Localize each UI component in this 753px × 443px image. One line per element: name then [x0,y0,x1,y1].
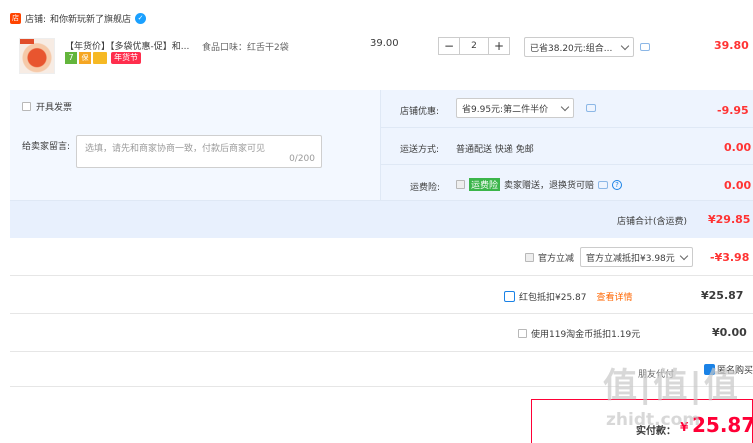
qty-minus-button[interactable]: − [439,38,459,54]
freight-insurance-checkbox [456,180,465,189]
shop-total-amount: ¥29.85 [708,213,751,226]
qty-input[interactable]: 2 [459,38,489,54]
remark-textarea[interactable]: 选填，请先和商家协商一致，付款后商家可见 0/200 [76,135,322,168]
watermark-domain: zhidt.com [606,410,701,430]
shop-header: 店 店铺: 和你新玩新了旗舰店 ✓ [10,9,147,27]
official-discount-label: 官方立减 [538,254,575,264]
shop-discount-value: 省9.95元:第二件半价 [462,104,549,115]
card-icon [93,52,107,64]
shop-total-row: 店铺合计(含运费) ¥29.85 [10,200,753,238]
unit-price: 39.00 [370,38,399,49]
product-title[interactable]: 【年货价】【多袋优惠-促】和... [65,39,189,52]
official-discount-checkbox [525,253,534,262]
watermark-logo: 值|值|值 [603,366,740,406]
qty-plus-button[interactable]: + [489,38,509,54]
divider [10,313,753,314]
shipping-amount: 0.00 [724,141,752,154]
invoice-option[interactable]: 开具发票 [22,100,72,113]
divider [380,127,753,128]
shipping-label: 运送方式: [400,145,440,155]
official-discount-select[interactable]: 官方立减抵扣¥3.98元 [580,247,693,267]
shop-total-label: 店铺合计(含运费) [617,217,688,227]
cart-item-row: 【年货价】【多袋优惠-促】和... 7 保 年货节 食品口味：红舌干2袋 39.… [10,30,753,85]
item-total: 39.80 [714,39,749,52]
red-packet-details-link[interactable]: 查看详情 [597,290,633,303]
invoice-checkbox[interactable] [22,102,31,111]
invoice-label: 开具发票 [36,103,73,113]
freight-insurance-label: 运费险: [410,183,441,193]
shop-discount-select[interactable]: 省9.95元:第二件半价 [456,98,574,118]
chevron-down-icon [679,251,689,260]
official-discount-option: 官方立减 [525,251,574,264]
product-badges: 7 保 年货节 [65,52,141,64]
freight-insurance-value: 卖家赠送，退换货可赔 [504,181,595,191]
item-discount-select[interactable]: 已省38.20元:组合... [524,37,634,57]
freight-insurance-row: 运费险 卖家赠送，退换货可赔 ? [456,178,623,191]
new-year-badge: 年货节 [111,52,141,64]
product-thumbnail[interactable] [19,38,55,74]
official-discount-amount: -¥3.98 [710,251,750,264]
freight-insurance-badge: 运费险 [469,178,501,191]
seven-day-return-icon: 7 [65,52,77,64]
comment-icon[interactable] [640,43,650,51]
red-packet-checkbox[interactable] [504,291,515,302]
divider [380,164,753,165]
quantity-stepper: − 2 + [438,37,510,55]
divider [10,351,753,352]
official-discount-value: 官方立减抵扣¥3.98元 [586,253,675,264]
help-icon[interactable]: ? [612,179,623,190]
remark-count: 0/200 [289,154,315,164]
wangwang-icon[interactable]: ✓ [135,12,147,24]
checkout-amount: 25.87 [692,413,753,437]
coins-label: 使用119淘金币抵扣1.19元 [531,330,641,340]
coins-amount: ¥0.00 [712,326,747,339]
comment-icon[interactable] [598,180,609,189]
shop-label: 店铺: [25,14,47,25]
shipping-value: 普通配送 快递 免邮 [456,145,534,155]
product-flavor: 食品口味：红舌干2袋 [202,43,289,53]
panel-divider [380,90,381,200]
red-packet-option: 红包抵扣¥25.87 查看详情 [504,290,633,303]
red-packet-label: 红包抵扣¥25.87 [519,293,587,303]
shop-name[interactable]: 和你新玩新了旗舰店 [50,12,131,25]
item-discount-value: 已省38.20元:组合... [530,43,613,54]
remark-label: 给卖家留言: [22,142,71,152]
guarantee-icon: 保 [79,52,91,64]
red-packet-amount: ¥25.87 [701,289,744,302]
freight-insurance-amount: 0.00 [724,179,752,192]
remark-placeholder: 选填，请先和商家协商一致，付款后商家可见 [85,144,266,154]
shop-icon: 店 [10,12,21,24]
divider [10,275,753,276]
chevron-down-icon [620,41,630,50]
chevron-down-icon [560,102,570,111]
shop-discount-label: 店铺优惠: [400,107,440,117]
shop-discount-amount: -9.95 [717,104,749,117]
coins-option: 使用119淘金币抵扣1.19元 [518,327,640,340]
coins-checkbox[interactable] [518,329,527,338]
comment-icon[interactable] [586,104,596,112]
